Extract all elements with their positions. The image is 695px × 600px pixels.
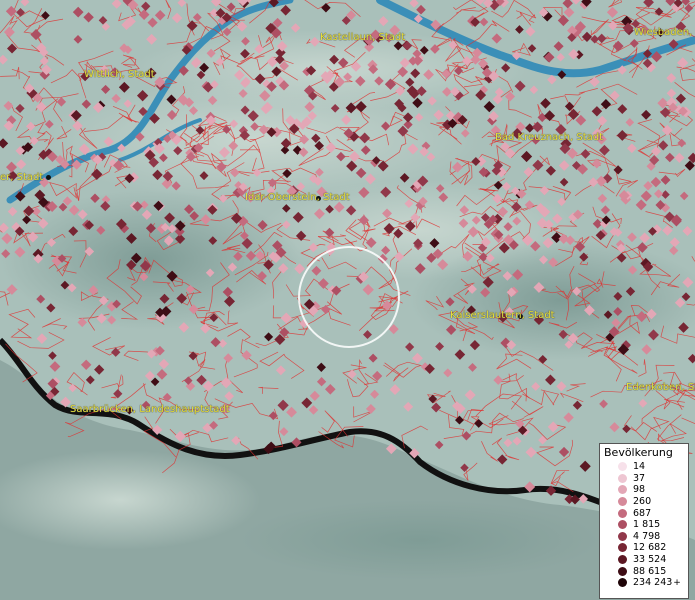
legend-plus-marker: + [673,577,681,588]
city-label-trier: er, Stadt [0,172,44,183]
legend-swatch [618,543,627,553]
legend-swatch [618,485,627,495]
population-legend: Bevölkerung 14 37 98 260 687 1 815 4 798… [599,443,689,599]
legend-label: 88 615 [633,565,667,577]
city-label-wittlich: Wittlich, Stadt [84,69,155,80]
legend-label: 260 [633,496,652,508]
city-label-kastellaun: Kastellaun, Stadt [320,32,406,43]
city-label-bad-kreuznach: Bad Kreuznach, Stadt [495,132,604,143]
legend-label: 234 243 [633,577,673,589]
legend-row: 687 [604,507,684,519]
legend-swatch [618,497,627,507]
legend-swatch [618,508,627,518]
city-label-kaiserslautern: Kaiserslautern, Stadt [450,310,555,321]
legend-row: 33 524 [604,554,684,566]
legend-label: 4 798 [633,530,661,542]
legend-swatch [618,555,627,565]
legend-swatch [618,578,627,588]
legend-label: 687 [633,507,652,519]
legend-row: 98 [604,484,684,496]
legend-swatch [618,566,627,576]
legend-swatch [618,473,627,483]
city-label-wiesbaden: Wiesbaden, [634,27,693,38]
legend-row: 37 [604,473,684,485]
legend-label: 37 [633,472,646,484]
legend-row: 1 815 [604,519,684,531]
legend-row: 234 243 + [604,577,684,589]
legend-row: 12 682 [604,542,684,554]
legend-label: 33 524 [633,554,667,566]
legend-swatch [618,531,627,541]
legend-row: 4 798 [604,531,684,543]
legend-row: 14 [604,461,684,473]
legend-label: 12 682 [633,542,667,554]
legend-label: 1 815 [633,519,661,531]
city-label-saarbruecken: Saarbrücken, Landeshauptstadt [70,404,230,415]
legend-label: 98 [633,484,646,496]
legend-label: 14 [633,461,646,473]
legend-row: 260 [604,496,684,508]
city-label-idar-oberstein: Idar-Oberstein, Stadt [245,192,350,203]
city-marker-trier [46,175,51,180]
population-map[interactable] [0,0,695,600]
legend-swatch [618,520,627,530]
legend-swatch [618,462,627,472]
city-label-edenkoben: Edenkoben, Stad [626,382,695,393]
legend-row: 88 615 [604,565,684,577]
legend-title: Bevölkerung [604,446,673,459]
